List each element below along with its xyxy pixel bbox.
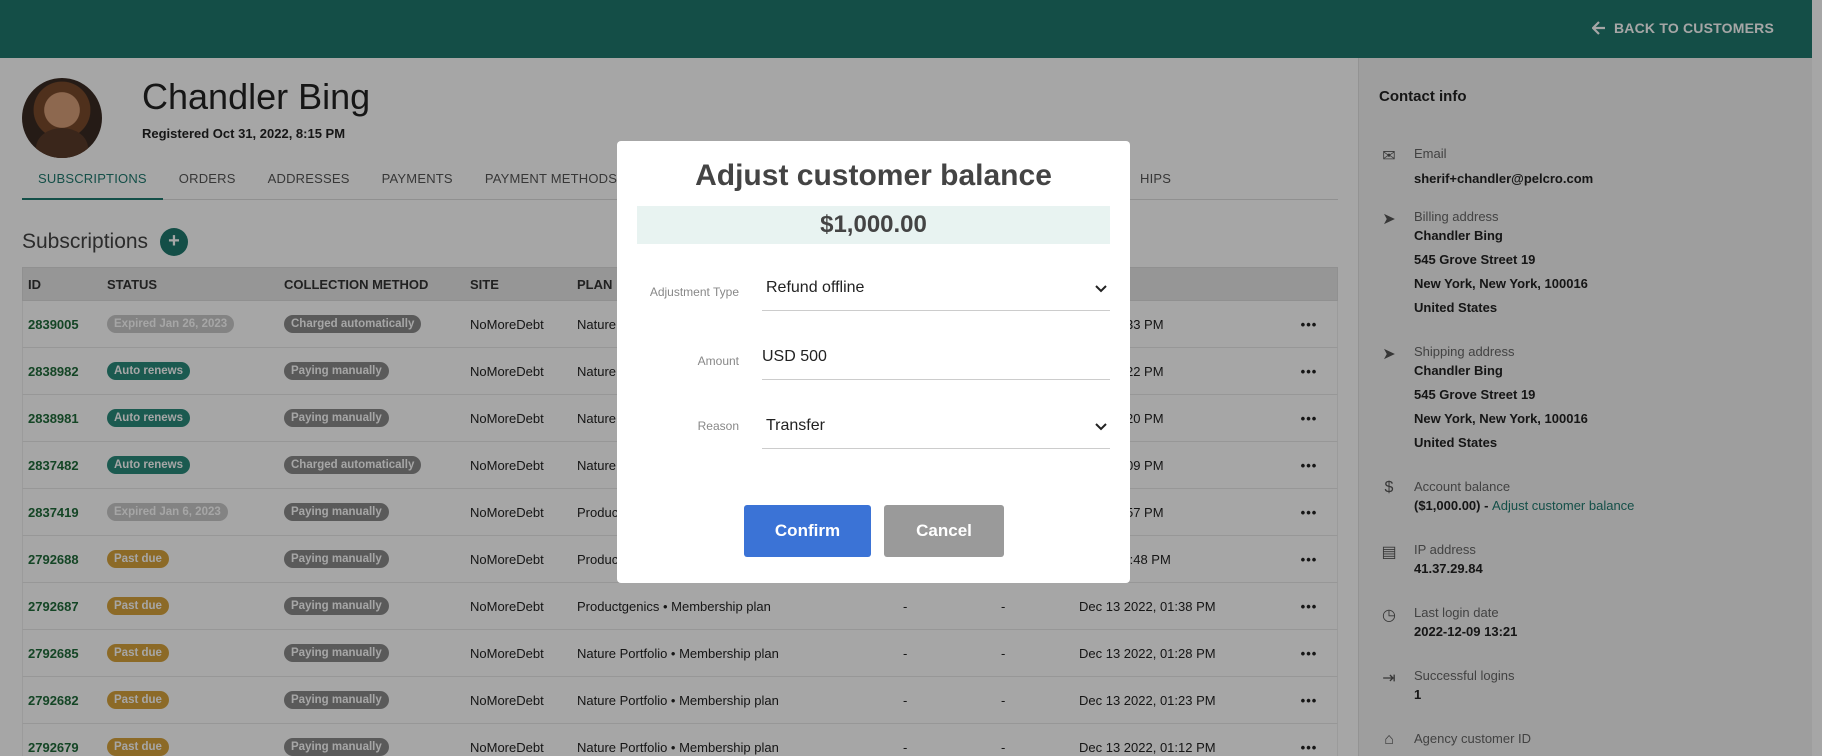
adjustment-type-label: Adjustment Type: [649, 285, 739, 299]
cancel-button[interactable]: Cancel: [884, 505, 1004, 557]
amount-label: Amount: [697, 354, 739, 368]
adjustment-type-value: Refund offline: [766, 279, 865, 296]
reason-label: Reason: [697, 419, 739, 433]
amount-row: Amount USD 500: [637, 336, 1110, 380]
reason-row: Reason Transfer: [637, 405, 1110, 449]
modal-title: Adjust customer balance: [695, 159, 1052, 192]
adjustment-type-row: Adjustment Type Refund offline: [637, 267, 1110, 311]
current-balance: $1,000.00: [637, 206, 1110, 244]
confirm-button[interactable]: Confirm: [744, 505, 871, 557]
adjust-balance-modal: Adjust customer balance $1,000.00 Adjust…: [617, 141, 1130, 583]
chevron-down-icon: [1095, 423, 1107, 431]
chevron-down-icon: [1095, 285, 1107, 293]
adjustment-type-select[interactable]: Refund offline: [762, 267, 1110, 311]
reason-value: Transfer: [766, 417, 825, 434]
amount-value: USD 500: [762, 348, 827, 365]
reason-select[interactable]: Transfer: [762, 405, 1110, 449]
amount-input[interactable]: USD 500: [762, 336, 1110, 380]
